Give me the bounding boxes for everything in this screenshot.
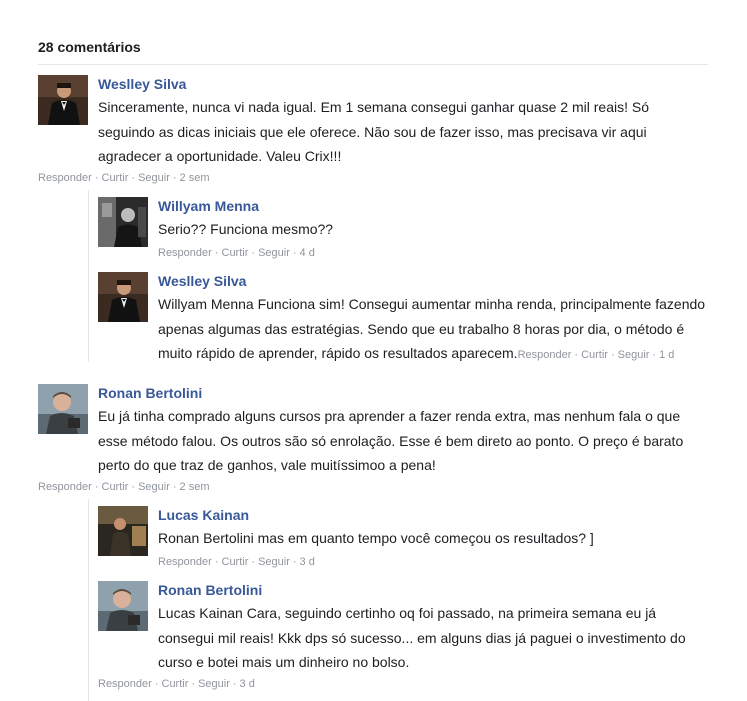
like-link[interactable]: Curtir [162,678,189,690]
comment-author[interactable]: Lucas Kainan [158,506,718,525]
reply-link[interactable]: Responder [158,247,212,259]
like-link[interactable]: Curtir [102,481,129,493]
like-link[interactable]: Curtir [222,556,249,568]
reply-link[interactable]: Responder [158,556,212,568]
reply-link[interactable]: Responder [38,481,92,493]
comment-time[interactable]: 2 sem [180,481,210,493]
comment-text: Willyam Menna Funciona sim! Consegui aum… [158,296,706,361]
avatar-image [38,75,88,125]
reply-thread-line [88,190,89,362]
comment-time[interactable]: 3 d [300,556,315,568]
comments-page: 28 comentários Weslley Silva Sincerament… [0,0,747,701]
comment-actions: Responder · Curtir · Seguir · 1 d [517,349,675,361]
follow-link[interactable]: Seguir [138,481,170,493]
reply-link[interactable]: Responder [518,349,572,361]
comments-count: 28 comentários [38,39,141,55]
comment-body: Weslley Silva Sinceramente, nunca vi nad… [98,75,708,169]
comment-time[interactable]: 1 d [659,349,674,361]
like-link[interactable]: Curtir [102,172,129,184]
like-link[interactable]: Curtir [581,349,608,361]
comment-body: Ronan Bertolini Lucas Kainan Cara, segui… [158,581,718,675]
comment-time[interactable]: 3 d [240,678,255,690]
comment-actions: Responder · Curtir · Seguir · 2 sem [38,172,210,184]
header-divider [38,64,708,65]
follow-link[interactable]: Seguir [258,556,290,568]
avatar[interactable] [98,581,148,631]
comment-time[interactable]: 2 sem [180,172,210,184]
avatar-image [98,197,148,247]
follow-link[interactable]: Seguir [618,349,650,361]
comment-author[interactable]: Weslley Silva [98,75,708,94]
avatar[interactable] [38,75,88,125]
comment-text: Sinceramente, nunca vi nada igual. Em 1 … [98,99,649,164]
comment-text: Serio?? Funciona mesmo?? [158,221,334,237]
avatar[interactable] [98,197,148,247]
comment-text: Eu já tinha comprado alguns cursos pra a… [98,408,684,473]
comment-actions: Responder · Curtir · Seguir · 4 d [158,247,315,259]
reply-link[interactable]: Responder [38,172,92,184]
comment-actions: Responder · Curtir · Seguir · 2 sem [38,481,210,493]
follow-link[interactable]: Seguir [138,172,170,184]
avatar-image [98,272,148,322]
comment-text: Ronan Bertolini mas em quanto tempo você… [158,530,594,546]
comment-body: Lucas Kainan Ronan Bertolini mas em quan… [158,506,718,551]
comment-time[interactable]: 4 d [300,247,315,259]
avatar[interactable] [98,272,148,322]
comment-actions: Responder · Curtir · Seguir · 3 d [158,556,315,568]
avatar[interactable] [98,506,148,556]
comment-author[interactable]: Ronan Bertolini [98,384,708,403]
comment-author[interactable]: Ronan Bertolini [158,581,718,600]
comment-body: Ronan Bertolini Eu já tinha comprado alg… [98,384,708,478]
comment-body: Weslley Silva Willyam Menna Funciona sim… [158,272,718,368]
avatar-image [98,506,148,556]
comment-actions: Responder · Curtir · Seguir · 3 d [98,678,255,690]
reply-thread-line [88,499,89,701]
avatar-image [98,581,148,631]
comment-author[interactable]: Weslley Silva [158,272,718,291]
follow-link[interactable]: Seguir [258,247,290,259]
follow-link[interactable]: Seguir [198,678,230,690]
comment-text: Lucas Kainan Cara, seguindo certinho oq … [158,605,686,670]
like-link[interactable]: Curtir [222,247,249,259]
avatar[interactable] [38,384,88,434]
comment-body: Willyam Menna Serio?? Funciona mesmo?? [158,197,718,242]
reply-link[interactable]: Responder [98,678,152,690]
avatar-image [38,384,88,434]
comment-author[interactable]: Willyam Menna [158,197,718,216]
